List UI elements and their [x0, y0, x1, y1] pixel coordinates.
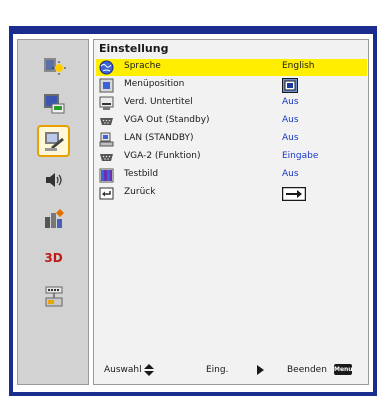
osd-panel: 3D Einstellung Sprache English Menüposit… [13, 34, 373, 392]
menu-item-value: English [282, 61, 315, 71]
tab-3d[interactable]: 3D [37, 242, 70, 274]
settings-icon [44, 132, 64, 151]
enter-arrow-icon[interactable] [282, 187, 306, 201]
vga2-icon [100, 154, 113, 161]
menu-item-testbild[interactable]: Testbild Aus [96, 167, 367, 184]
vga-out-icon [100, 118, 113, 125]
menu-item-vga2-funktion[interactable]: VGA-2 (Funktion) Eingabe [96, 149, 367, 166]
back-icon [99, 187, 114, 200]
tab-lan[interactable] [37, 281, 70, 313]
tab-options[interactable] [37, 203, 70, 235]
menu-position-icon [99, 78, 114, 93]
menu-item-label: VGA Out (Standby) [124, 115, 210, 125]
menu-item-value: Aus [282, 97, 299, 107]
menu-item-value: Aus [282, 133, 299, 143]
menu-item-label: Zurück [124, 187, 156, 197]
menu-item-value: Eingabe [282, 151, 319, 161]
menu-item-label: Sprache [124, 61, 161, 71]
display-settings-icon [43, 94, 64, 114]
page-title: Einstellung [99, 42, 169, 55]
menu-item-label: Testbild [124, 169, 159, 179]
menu-item-value: Aus [282, 115, 299, 125]
image-settings-icon [43, 58, 66, 75]
menu-item-label: VGA-2 (Funktion) [124, 151, 201, 161]
test-pattern-icon [99, 168, 114, 183]
closed-caption-icon [99, 96, 114, 110]
up-down-arrow-icon [144, 364, 154, 376]
3d-icon: 3D [44, 251, 63, 265]
select-hint-label: Auswahl [104, 365, 142, 375]
tab-volume[interactable] [37, 164, 70, 196]
key-hints-footer: Auswahl Eing. Beenden Menu [94, 362, 368, 382]
enter-hint-label: Eing. [206, 365, 229, 375]
exit-hint-label: Beenden [287, 365, 327, 375]
menu-item-lan-standby[interactable]: LAN (STANDBY) Aus [96, 131, 367, 148]
osd-frame: 3D Einstellung Sprache English Menüposit… [9, 26, 377, 396]
settings-panel: Einstellung Sprache English Menüposition [93, 39, 369, 385]
menu-item-label: LAN (STANDBY) [124, 133, 194, 143]
lan-icon [45, 286, 62, 307]
menu-item-label: Menüposition [124, 79, 185, 89]
menu-item-value: Aus [282, 169, 299, 179]
menu-item-verd-untertitel[interactable]: Verd. Untertitel Aus [96, 95, 367, 112]
globe-icon [99, 60, 114, 75]
right-arrow-icon [257, 365, 264, 375]
options-icon [44, 209, 64, 228]
menu-item-label: Verd. Untertitel [124, 97, 193, 107]
tab-display[interactable] [37, 88, 70, 120]
lan-standby-icon [99, 132, 114, 147]
tab-settings[interactable] [37, 125, 70, 157]
menu-item-zurueck[interactable]: Zurück [96, 185, 367, 202]
menu-item-sprache[interactable]: Sprache English [96, 59, 367, 76]
menu-item-menuposition[interactable]: Menüposition [96, 77, 367, 94]
menu-item-vga-out[interactable]: VGA Out (Standby) Aus [96, 113, 367, 130]
position-center-icon[interactable] [282, 78, 298, 93]
category-sidebar: 3D [17, 39, 89, 385]
menu-key-icon: Menu [334, 364, 353, 375]
tab-image[interactable] [37, 50, 70, 82]
volume-icon [45, 173, 62, 187]
